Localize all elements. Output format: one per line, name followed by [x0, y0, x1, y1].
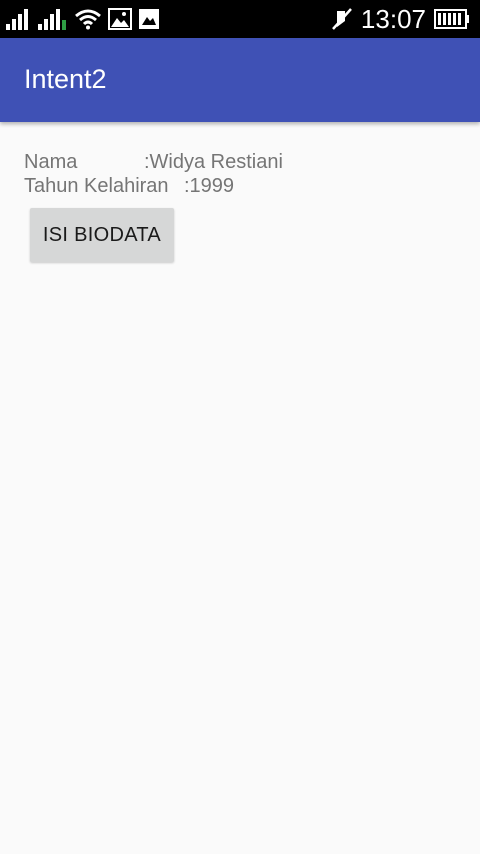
- nama-value: :Widya Restiani: [144, 151, 283, 173]
- status-icons-left: [6, 8, 160, 30]
- isi-biodata-button[interactable]: ISI BIODATA: [30, 208, 174, 262]
- image-icon: [108, 8, 132, 30]
- gallery-icon: [139, 9, 159, 29]
- app-title: Intent2: [24, 64, 107, 94]
- status-bar: 13:07: [0, 0, 480, 38]
- status-icons-right: 13:07: [331, 4, 470, 34]
- battery-icon: [434, 9, 469, 29]
- biodata-section: Nama :Widya Restiani Tahun Kelahiran :19…: [24, 150, 424, 198]
- nama-row: Nama :Widya Restiani: [24, 150, 424, 174]
- signal-icon: [38, 9, 66, 30]
- clock: 13:07: [360, 3, 426, 34]
- nama-label: Nama: [24, 151, 78, 173]
- signal-icon: [6, 9, 28, 30]
- tahun-label: Tahun Kelahiran: [24, 175, 169, 197]
- app-bar: Intent2: [0, 38, 480, 122]
- silent-icon: [331, 8, 352, 30]
- tahun-value: :1999: [184, 175, 235, 197]
- tahun-row: Tahun Kelahiran :1999: [24, 174, 424, 198]
- wifi-icon: [75, 9, 101, 30]
